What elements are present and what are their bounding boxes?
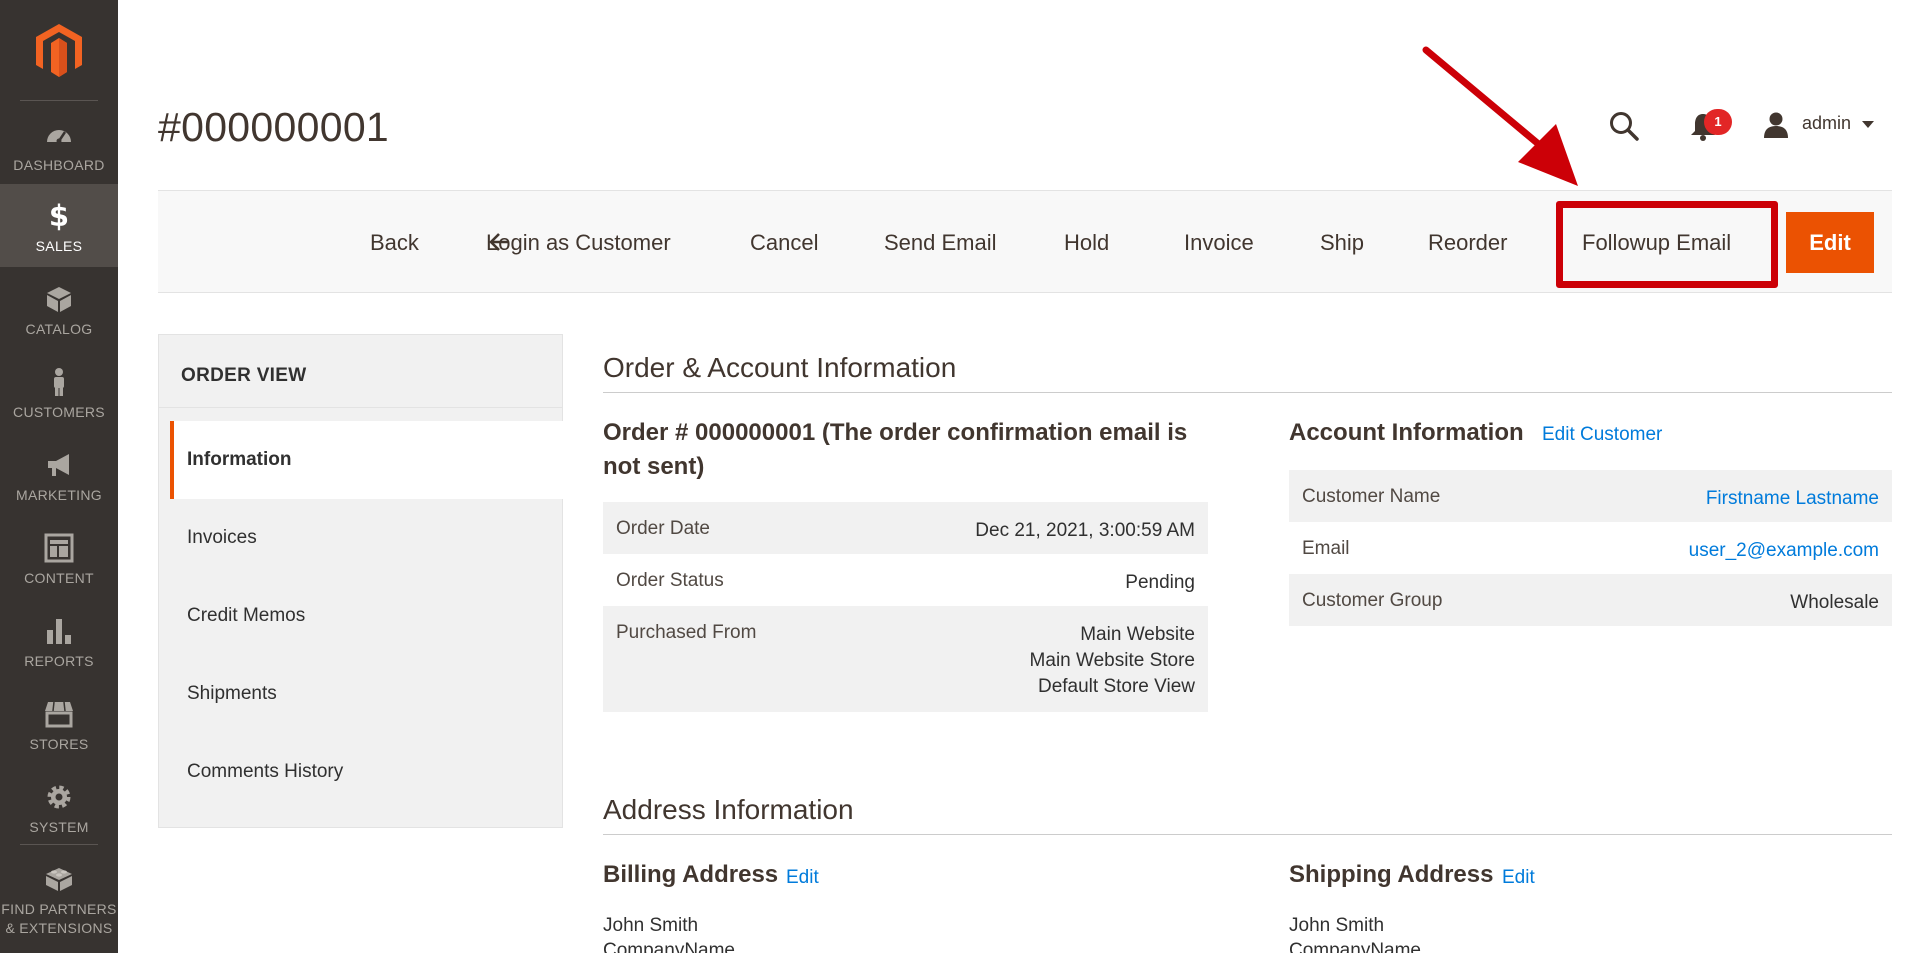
menu-label: STORES — [29, 736, 89, 752]
value-line: Default Store View — [1037, 676, 1195, 697]
page-title: #000000001 — [158, 104, 390, 150]
menu-item-content[interactable]: CONTENT — [0, 516, 118, 599]
billing-address-heading: Billing Address — [603, 861, 779, 888]
search-icon[interactable] — [1608, 110, 1640, 142]
billing-address-line: CompanyName — [603, 940, 735, 953]
menu-label: SALES — [35, 238, 83, 254]
menu-item-find-partners[interactable]: FIND PARTNERS & EXTENSIONS — [0, 852, 118, 953]
menu-label: SYSTEM — [29, 819, 89, 835]
menu-item-stores[interactable]: STORES — [0, 682, 118, 765]
menu-label: CUSTOMERS — [13, 404, 105, 420]
shipping-address-line: CompanyName — [1289, 940, 1421, 953]
menu-label: REPORTS — [24, 653, 94, 669]
menu-label: FIND PARTNERS & EXTENSIONS — [0, 900, 118, 938]
magento-logo-icon[interactable] — [34, 22, 84, 78]
tab-information[interactable]: Information — [170, 421, 563, 499]
hold-button[interactable]: Hold — [1064, 191, 1109, 294]
gear-icon — [47, 785, 71, 809]
divider — [159, 407, 562, 408]
section-divider — [603, 834, 1892, 835]
admin-menu: DASHBOARD $ SALES CATALOG CUSTOMERS MARK… — [0, 0, 118, 953]
edit-billing-address-link[interactable]: Edit — [786, 867, 819, 889]
menu-item-dashboard[interactable]: DASHBOARD — [0, 103, 118, 186]
dashboard-gauge-icon — [47, 130, 71, 144]
order-status-value: Pending — [1125, 572, 1195, 593]
purchased-from-value: Main Website Main Website Store Default … — [1030, 622, 1195, 700]
order-number-heading: Order # 000000001 (The order confirmatio… — [603, 419, 1188, 480]
menu-label-line: FIND PARTNERS — [1, 901, 117, 917]
edit-order-button[interactable]: Edit — [1786, 212, 1874, 273]
table-row: Email user_2@example.com — [1289, 522, 1892, 574]
ship-button[interactable]: Ship — [1320, 191, 1364, 294]
order-account-section-title: Order & Account Information — [603, 352, 957, 383]
tab-comments-history[interactable]: Comments History — [170, 733, 563, 811]
menu-item-system[interactable]: SYSTEM — [0, 765, 118, 848]
menu-label: MARKETING — [16, 487, 102, 503]
edit-shipping-address-link[interactable]: Edit — [1502, 867, 1535, 889]
row-label: Customer Group — [1302, 590, 1443, 611]
notification-count-badge[interactable]: 1 — [1704, 109, 1732, 135]
cancel-button[interactable]: Cancel — [750, 191, 818, 294]
bar-chart-icon — [47, 619, 71, 644]
menu-label: CATALOG — [25, 321, 93, 337]
table-row: Customer Name Firstname Lastname — [1289, 470, 1892, 522]
section-divider — [603, 392, 1892, 393]
invoice-button[interactable]: Invoice — [1184, 191, 1254, 294]
callout-arrow-icon — [1422, 46, 1578, 186]
tab-invoices[interactable]: Invoices — [170, 499, 563, 577]
reorder-button[interactable]: Reorder — [1428, 191, 1507, 294]
customer-email-link[interactable]: user_2@example.com — [1689, 538, 1879, 564]
edit-customer-link[interactable]: Edit Customer — [1542, 424, 1662, 446]
customer-group-value: Wholesale — [1790, 592, 1879, 613]
table-row: Order Date Dec 21, 2021, 3:00:59 AM — [603, 502, 1208, 554]
customer-name-link[interactable]: Firstname Lastname — [1706, 486, 1879, 512]
value-line: Main Website Store — [1029, 650, 1195, 671]
layout-icon — [44, 533, 74, 563]
row-label: Order Status — [616, 570, 724, 591]
cube-icon — [47, 287, 71, 312]
value-line: Main Website — [1080, 624, 1195, 645]
dollar-icon: $ — [48, 199, 70, 233]
shipping-address-heading: Shipping Address — [1289, 861, 1494, 888]
order-date-value: Dec 21, 2021, 3:00:59 AM — [975, 520, 1195, 541]
menu-item-marketing[interactable]: MARKETING — [0, 433, 118, 516]
table-row: Purchased From Main Website Main Website… — [603, 606, 1208, 712]
lego-block-icon — [46, 868, 72, 891]
megaphone-icon — [48, 454, 69, 476]
row-label: Order Date — [616, 518, 710, 539]
row-label: Email — [1302, 538, 1350, 559]
followup-email-highlight-frame — [1556, 201, 1778, 288]
row-label: Purchased From — [616, 622, 757, 643]
menu-label: DASHBOARD — [13, 157, 105, 173]
user-account-name[interactable]: admin — [1802, 113, 1851, 134]
table-row: Order Status Pending — [603, 554, 1208, 606]
shipping-address-line: John Smith — [1289, 915, 1385, 936]
back-button[interactable]: Back — [370, 191, 419, 294]
address-section-title: Address Information — [603, 794, 854, 825]
person-icon — [54, 368, 64, 396]
user-icon[interactable] — [1762, 111, 1790, 139]
tab-credit-memos[interactable]: Credit Memos — [170, 577, 563, 655]
billing-address-line: John Smith — [603, 915, 699, 936]
login-as-customer-button[interactable]: Login as Customer — [486, 191, 671, 294]
row-label: Customer Name — [1302, 486, 1441, 507]
account-information-heading: Account Information — [1289, 419, 1524, 446]
table-row: Customer Group Wholesale — [1289, 574, 1892, 626]
menu-item-customers[interactable]: CUSTOMERS — [0, 350, 118, 433]
order-view-tabs: ORDER VIEW Information Invoices Credit M… — [158, 334, 563, 828]
chevron-down-icon[interactable] — [1862, 121, 1874, 128]
menu-item-sales[interactable]: $ SALES — [0, 184, 118, 267]
menu-label-line: & EXTENSIONS — [5, 920, 113, 936]
menu-label: CONTENT — [24, 570, 94, 586]
menu-divider — [20, 844, 98, 845]
tab-shipments[interactable]: Shipments — [170, 655, 563, 733]
menu-item-reports[interactable]: REPORTS — [0, 599, 118, 682]
send-email-button[interactable]: Send Email — [884, 191, 997, 294]
order-view-title: ORDER VIEW — [181, 365, 307, 386]
logo-divider — [20, 100, 98, 101]
storefront-icon — [45, 701, 73, 728]
menu-item-catalog[interactable]: CATALOG — [0, 267, 118, 350]
